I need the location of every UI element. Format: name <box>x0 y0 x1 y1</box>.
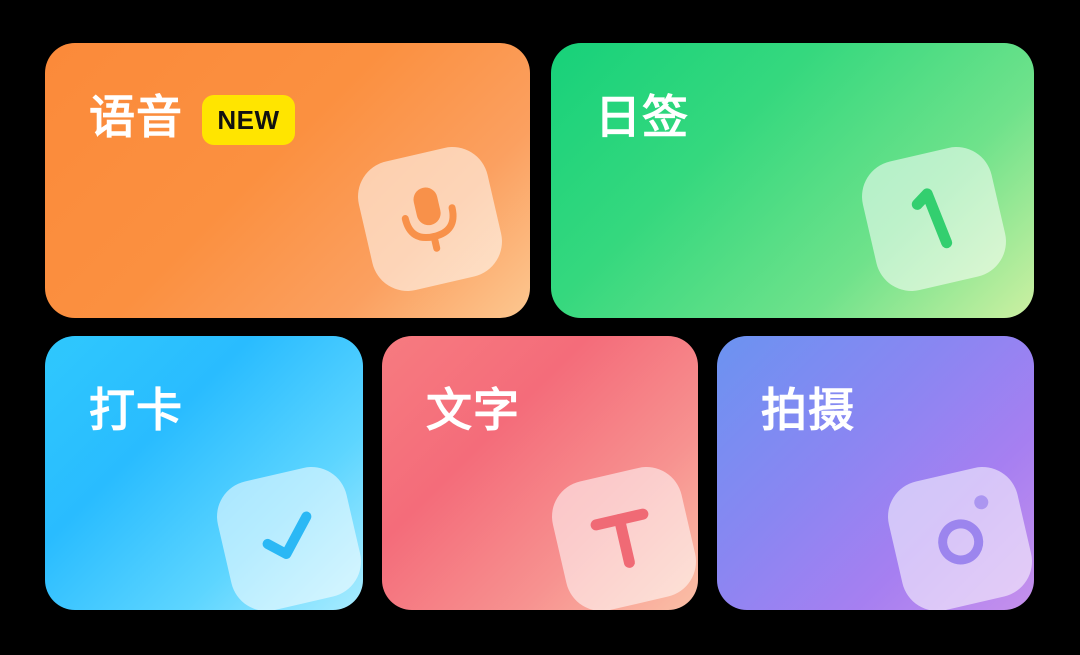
voice-icon-tile <box>350 139 510 299</box>
check-in-card[interactable]: 打卡 <box>45 336 363 610</box>
daily-sign-icon-tile <box>854 139 1014 299</box>
checkmark-icon <box>262 511 312 559</box>
daily-sign-card[interactable]: 日签 <box>551 43 1034 318</box>
check-in-card-title: 打卡 <box>89 383 183 437</box>
new-badge: NEW <box>202 95 295 145</box>
photo-icon-tile <box>880 459 1034 610</box>
text-card-title: 文字 <box>426 383 520 437</box>
text-icon-tile <box>544 459 698 610</box>
text-card[interactable]: 文字 <box>382 336 698 610</box>
quick-create-grid: 语音 NEW 日签 打卡 文字 拍摄 <box>0 0 1080 655</box>
daily-sign-card-title: 日签 <box>595 90 689 144</box>
microphone-icon <box>401 187 457 252</box>
number-one-icon <box>911 188 953 249</box>
check-in-icon-tile <box>209 459 363 610</box>
photo-card[interactable]: 拍摄 <box>717 336 1034 610</box>
camera-icon <box>938 495 989 565</box>
letter-t-icon <box>590 508 649 568</box>
voice-card-title: 语音 <box>89 90 183 144</box>
photo-card-title: 拍摄 <box>761 383 855 437</box>
voice-card[interactable]: 语音 NEW <box>45 43 530 318</box>
